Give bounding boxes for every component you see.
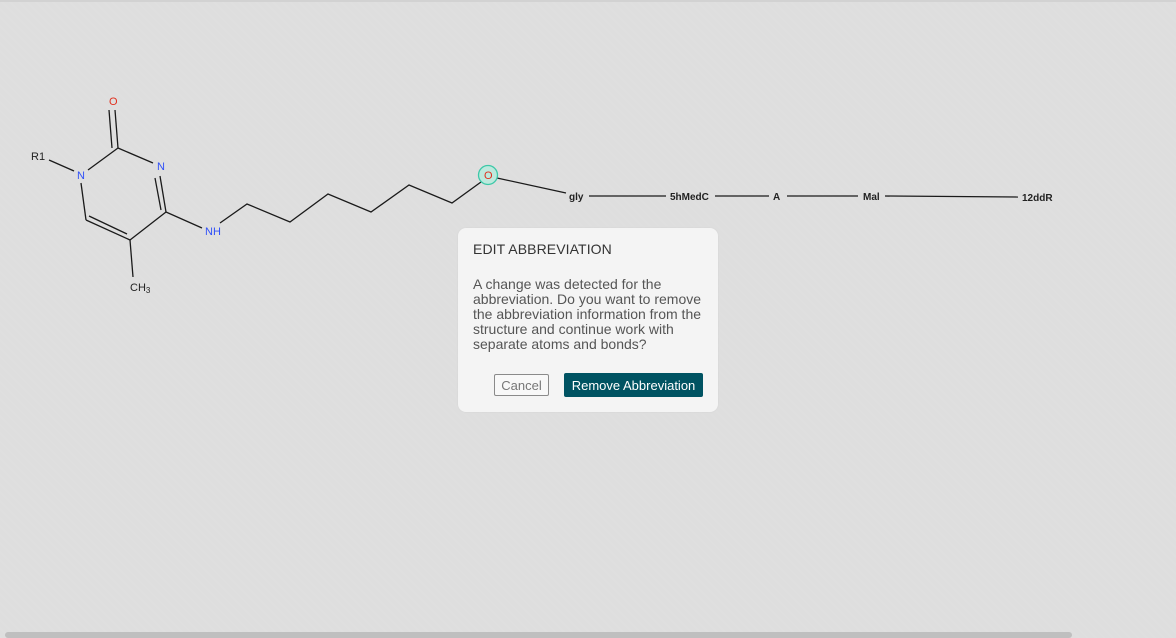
cancel-button[interactable]: Cancel <box>494 374 549 396</box>
methyl-label: CH <box>130 282 146 294</box>
abbreviation-a[interactable]: A <box>773 192 780 203</box>
bond[interactable] <box>114 109 119 149</box>
nitrogen-atom[interactable]: N <box>77 170 85 182</box>
dialog-title: EDIT ABBREVIATION <box>473 241 612 257</box>
bond[interactable] <box>117 147 154 164</box>
bond[interactable] <box>884 195 1019 198</box>
abbreviation-mal[interactable]: Mal <box>863 192 880 203</box>
structure-canvas[interactable]: R1 N N O NH CH3 O gly 5hMedC A Mal 12ddR… <box>0 0 1176 638</box>
bond[interactable] <box>129 211 167 241</box>
methyl-group[interactable]: CH3 <box>130 282 151 295</box>
bond[interactable] <box>80 182 87 221</box>
nitrogen-atom[interactable]: N <box>157 161 165 173</box>
bond[interactable] <box>496 177 567 194</box>
remove-abbreviation-button[interactable]: Remove Abbreviation <box>564 373 703 397</box>
methyl-subscript: 3 <box>146 286 151 295</box>
abbreviation-5hmedc[interactable]: 5hMedC <box>670 192 709 203</box>
bond[interactable] <box>108 109 113 149</box>
bond[interactable] <box>165 211 203 229</box>
r-group-label[interactable]: R1 <box>31 151 45 163</box>
bond[interactable] <box>85 219 131 241</box>
dialog-message: A change was detected for the abbreviati… <box>473 276 702 352</box>
abbreviation-gly[interactable]: gly <box>569 192 584 203</box>
bond[interactable] <box>129 239 134 278</box>
horizontal-scrollbar-thumb[interactable] <box>5 632 1072 638</box>
bond[interactable] <box>88 215 128 235</box>
bond[interactable] <box>87 147 119 171</box>
bond[interactable] <box>154 177 162 211</box>
abbreviation-12ddr[interactable]: 12ddR <box>1022 193 1053 204</box>
alkyl-chain[interactable] <box>219 181 482 224</box>
amine-atom[interactable]: NH <box>205 226 221 238</box>
oxygen-atom[interactable]: O <box>109 96 118 108</box>
bond[interactable] <box>48 159 75 172</box>
oxygen-atom-selected[interactable]: O <box>484 170 493 182</box>
edit-abbreviation-dialog: EDIT ABBREVIATION A change was detected … <box>458 228 718 412</box>
